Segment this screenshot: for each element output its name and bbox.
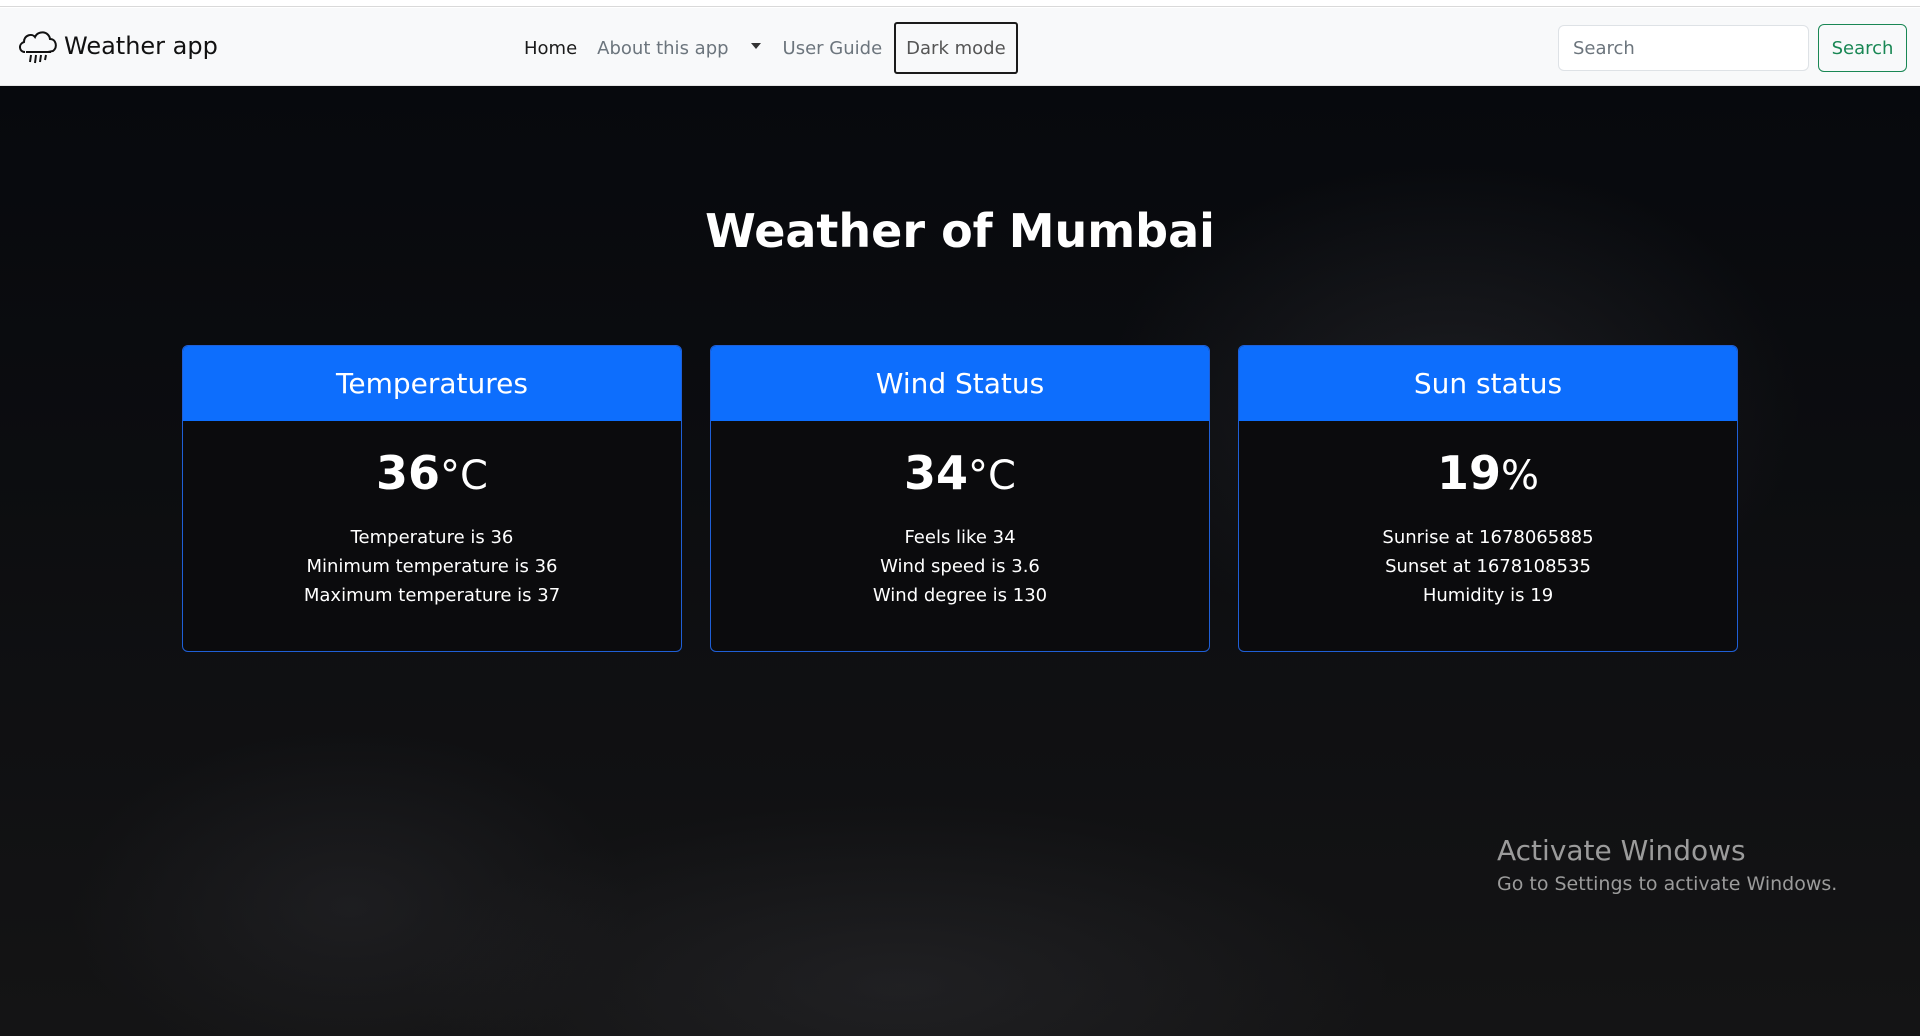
card-line: Sunset at 1678108535 [1385, 556, 1591, 577]
card-value: 19 [1436, 446, 1501, 500]
card-line: Wind degree is 130 [872, 585, 1048, 606]
card-line: Sunrise at 1678065885 [1382, 527, 1594, 548]
card-main-value: 36°C [183, 445, 681, 501]
card-details: Sunrise at 1678065885 Sunset at 16781085… [1239, 523, 1737, 610]
card-line: Maximum temperature is 37 [303, 585, 561, 606]
card-value: 36 [376, 446, 441, 500]
dark-mode-button[interactable]: Dark mode [894, 22, 1018, 74]
card-line: Wind speed is 3.6 [880, 556, 1040, 577]
window-top-edge [0, 0, 1920, 7]
card-main-value: 19% [1239, 445, 1737, 501]
card-details: Temperature is 36 Minimum temperature is… [183, 523, 681, 610]
card-value: 34 [904, 446, 969, 500]
card-line: Minimum temperature is 36 [306, 556, 558, 577]
nav-about[interactable]: About this app [587, 38, 738, 59]
card-line: Temperature is 36 [350, 527, 514, 548]
card-header: Temperatures [183, 346, 681, 421]
temperatures-card: Temperatures 36°C Temperature is 36 Mini… [182, 345, 682, 652]
card-unit: % [1501, 453, 1540, 499]
cloud-rain-icon [19, 31, 57, 64]
navbar: Weather app Home About this app User Gui… [0, 8, 1920, 86]
nav-home[interactable]: Home [514, 38, 587, 59]
card-header: Sun status [1239, 346, 1737, 421]
activate-windows-watermark: Activate Windows Go to Settings to activ… [1497, 834, 1837, 895]
card-details: Feels like 34 Wind speed is 3.6 Wind deg… [711, 523, 1209, 610]
brand-link[interactable]: Weather app [14, 22, 218, 70]
card-main-value: 34°C [711, 445, 1209, 501]
watermark-subtitle: Go to Settings to activate Windows. [1497, 873, 1838, 895]
search-button[interactable]: Search [1818, 24, 1907, 72]
watermark-title: Activate Windows [1497, 834, 1746, 867]
card-header: Wind Status [711, 346, 1209, 421]
brand-name: Weather app [64, 32, 218, 60]
search-input[interactable] [1558, 25, 1809, 71]
card-unit: °C [440, 453, 488, 499]
nav-user-guide[interactable]: User Guide [773, 38, 893, 59]
sun-status-card: Sun status 19% Sunrise at 1678065885 Sun… [1238, 345, 1738, 652]
wind-status-card: Wind Status 34°C Feels like 34 Wind spee… [710, 345, 1210, 652]
card-line: Humidity is 19 [1422, 585, 1554, 606]
card-unit: °C [968, 453, 1016, 499]
page-title: Weather of Mumbai [705, 204, 1215, 258]
chevron-down-icon[interactable] [750, 43, 761, 49]
card-line: Feels like 34 [904, 527, 1016, 548]
nav-links: Home About this app User Guide Dark mode [514, 21, 1018, 75]
